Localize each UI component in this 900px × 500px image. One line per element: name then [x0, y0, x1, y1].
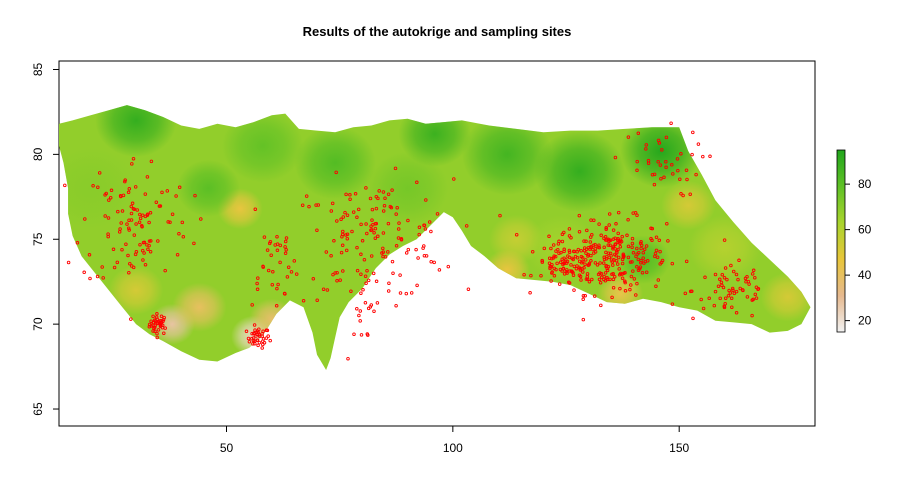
- colorbar-legend: 20 40 60 80: [836, 149, 872, 333]
- colorbar-tick-label: 20: [858, 314, 872, 328]
- sampling-site-point: [56, 213, 59, 216]
- kriging-map-chart: Results of the autokrige and sampling si…: [31, 24, 872, 455]
- colorbar-tick-label: 80: [858, 177, 872, 191]
- y-tick-label: 85: [31, 62, 45, 76]
- colorbar-tick-label: 40: [858, 268, 872, 282]
- heatmap-blob: [294, 126, 376, 200]
- chart-title: Results of the autokrige and sampling si…: [303, 24, 572, 39]
- y-tick-label: 65: [31, 402, 45, 416]
- heatmap-blob: [534, 130, 625, 213]
- y-tick-label: 70: [31, 317, 45, 331]
- y-axis: 65 70 75 80 85: [31, 62, 59, 416]
- y-tick-label: 75: [31, 232, 45, 246]
- colorbar-tick-label: 60: [858, 223, 872, 237]
- colorbar-ramp: [836, 149, 846, 333]
- x-tick-label: 100: [443, 441, 463, 455]
- heatmap-blob: [172, 282, 227, 332]
- x-tick-label: 150: [669, 441, 689, 455]
- x-axis: 50 100 150: [220, 426, 690, 455]
- y-tick-label: 80: [31, 147, 45, 161]
- x-tick-label: 50: [220, 441, 234, 455]
